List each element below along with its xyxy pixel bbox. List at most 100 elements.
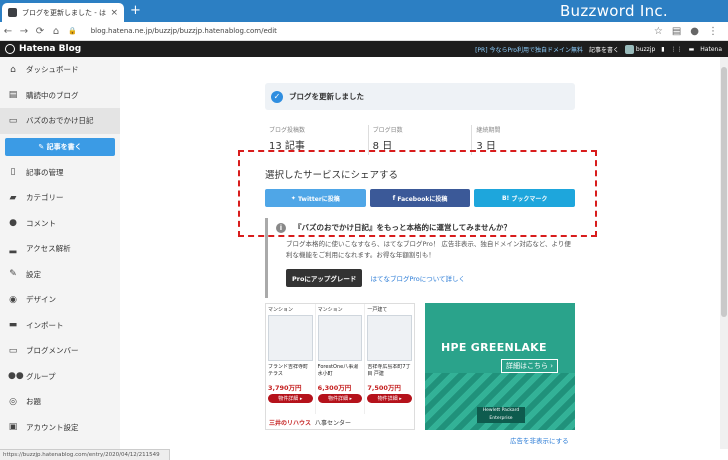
tab-title: ブログを更新しました - はてなブログ [22,8,106,17]
pro-upgrade-button[interactable]: Proにアップグレード [286,269,363,287]
sidebar-item-category[interactable]: ▰ カテゴリー [0,185,120,211]
floorplan-image [367,315,413,361]
sidebar-item-account[interactable]: ▣ アカウント設定 [0,415,120,441]
listing-price: 3,790万円 [268,384,302,392]
stat-label: 継続期間 [476,127,501,134]
pro-promo-link[interactable]: [PR] 今ならPro利用で独自ドメイン無料 [475,45,583,54]
apps-icon[interactable]: ⋮⋮ [671,46,683,53]
hatena-menu[interactable]: Hatena [700,46,722,53]
facebook-label: Facebookに投稿 [397,195,448,203]
import-icon: ▬ [8,320,18,331]
listing-type: マンション [317,307,343,313]
edit-icon: ✎ [38,142,47,151]
sidebar-item-label: 設定 [26,269,41,279]
notification-icon[interactable]: ▬ [689,46,695,53]
user-menu[interactable]: buzzjp [624,44,656,54]
star-icon[interactable]: ☆ [654,26,663,37]
menu-icon[interactable]: ⋮ [708,26,718,37]
pro-heading: 『バズのおでかけ日記』をもっと本格的に運営してみませんか？ [294,223,512,232]
home-icon[interactable]: ⌂ [48,26,64,37]
scrollbar-thumb[interactable] [721,67,727,317]
sidebar-item-label: デザイン [26,295,56,305]
store-name: 八事センター [315,419,352,427]
document-icon: ▯ [10,167,16,178]
listing-price: 6,300万円 [317,384,352,392]
user-name: buzzjp [635,45,656,53]
sidebar-item-dashboard[interactable]: ⌂ ダッシュボード [0,57,120,83]
profile-icon[interactable]: ● [690,26,699,37]
back-icon[interactable]: ← [0,26,16,37]
reader-icon: ▤ [8,90,18,101]
share-section: 選択したサービスにシェアする ✦ Twitterに投稿 f Facebookに投… [265,155,576,207]
logo-text: Hatena Blog [19,44,82,54]
sidebar-item-settings[interactable]: ✎ 設定 [0,262,120,288]
sidebar-item-label: 購読中のブログ [26,90,79,100]
facebook-share-button[interactable]: f Facebookに投稿 [369,189,471,207]
sidebar-item-theme[interactable]: ◎ お題 [0,389,120,415]
write-article-link[interactable]: 記事を書く [589,45,619,54]
forward-icon[interactable]: → [16,26,32,37]
stat-label: ブログ投稿数 [269,127,306,134]
sidebar-item-label: お題 [26,397,41,407]
lock-icon[interactable]: 🔒 [68,27,77,35]
sidebar-item-label: コメント [26,218,56,228]
check-icon: ✓ [271,90,283,103]
stat-value: 8 日 [372,141,393,152]
sidebar-item-group[interactable]: ●● グループ [0,364,120,390]
hpe-ad[interactable]: HPE GREENLAKE 詳細はこちら › Hewlett Packard E… [425,303,575,430]
browser-tab[interactable]: ブログを更新しました - はてなブログ × [2,3,124,22]
sidebar-item-analytics[interactable]: ▂ アクセス解析 [0,236,120,262]
twitter-label: Twitterに投稿 [297,195,340,203]
hatena-bookmark-button[interactable]: B! ブックマーク [474,189,576,207]
scrollbar[interactable] [720,57,728,449]
listing-detail-button[interactable]: 物件詳細 ▸ [268,394,313,403]
ad-listing[interactable]: 一戸建て 吉祥寺広島本町7丁目 戸建 7,500万円 物件詳細 ▸ [365,304,414,414]
pro-description: ブログ本格的に使いこなすなら、はてなブログPro！ 広告非表示、独自ドメイン対応… [286,240,571,259]
sidebar-item-blog[interactable]: ▭ バズのおでかけ日記 [0,108,120,134]
new-tab-button[interactable]: + [130,3,141,19]
realestate-ad[interactable]: マンション ブランド吉祥寺町テラス 3,790万円 物件詳細 ▸ マンション F… [265,303,415,430]
sidebar-item-reader[interactable]: ▤ 購読中のブログ [0,83,120,109]
listing-detail-button[interactable]: 物件詳細 ▸ [367,394,413,403]
members-icon: ▭ [8,345,18,356]
pro-upsell-box: i 『バズのおでかけ日記』をもっと本格的に運営してみませんか？ ブログ本格的に使… [265,218,575,298]
hatena-logo-icon [5,44,15,54]
url-field[interactable]: blog.hatena.ne.jp/buzzjp/buzzjp.hatenabl… [91,27,654,35]
stat-label: ブログ日数 [372,127,403,134]
ad-details-button[interactable]: 詳細はこちら › [501,359,559,373]
sidebar-item-label: アカウント設定 [26,422,79,432]
sidebar-item-articles[interactable]: ▯ 記事の管理 [0,160,120,186]
floorplan-image [317,315,363,361]
twitter-share-button[interactable]: ✦ Twitterに投稿 [265,189,366,207]
stat-value: 3 日 [476,141,496,152]
hatena-favicon-icon [8,8,17,17]
notice-text: ブログを更新しました [289,92,364,101]
sidebar-item-label: ダッシュボード [26,65,79,75]
info-icon: i [276,222,286,233]
avatar [624,44,634,54]
write-article-button[interactable]: ✎ 記事を書く [5,137,115,156]
hide-ads-link[interactable]: 広告を非表示にする [510,435,569,445]
hpe-logo: Hewlett Packard Enterprise [477,407,525,423]
extension-icon[interactable]: ▤ [672,26,681,37]
listing-type: マンション [268,307,294,313]
close-tab-icon[interactable]: × [110,8,118,18]
reload-icon[interactable]: ⟳ [32,26,48,37]
listing-type: 一戸建て [367,307,388,313]
hatena-blog-logo[interactable]: Hatena Blog [5,44,81,54]
sidebar-item-members[interactable]: ▭ ブログメンバー [0,338,120,364]
pro-details-link[interactable]: はてなブログProについて詳しく [370,273,465,283]
brand-watermark: Buzzword Inc. [559,2,668,20]
bookmark-icon[interactable]: ▮ [661,46,664,53]
ad-listing[interactable]: マンション ブランド吉祥寺町テラス 3,790万円 物件詳細 ▸ [266,304,316,414]
sidebar-item-comment[interactable]: ● コメント [0,211,120,237]
rehouse-logo: 三井のリハウス [269,419,312,427]
sidebar-item-import[interactable]: ▬ インポート [0,313,120,339]
blog-stats: ブログ投稿数 13 記事 ブログ日数 8 日 継続期間 3 日 [265,125,575,155]
sidebar-item-design[interactable]: ◉ デザイン [0,287,120,313]
address-bar: ← → ⟳ ⌂ 🔒 blog.hatena.ne.jp/buzzjp/buzzj… [0,22,728,41]
listing-detail-button[interactable]: 物件詳細 ▸ [317,394,363,403]
status-bar: https://buzzjp.hatenablog.com/entry/2020… [0,449,170,460]
ad-listing[interactable]: マンション ForestOne八事湯水小町 6,300万円 物件詳細 ▸ [316,304,366,414]
sidebar-item-label: バズのおでかけ日記 [26,116,94,126]
